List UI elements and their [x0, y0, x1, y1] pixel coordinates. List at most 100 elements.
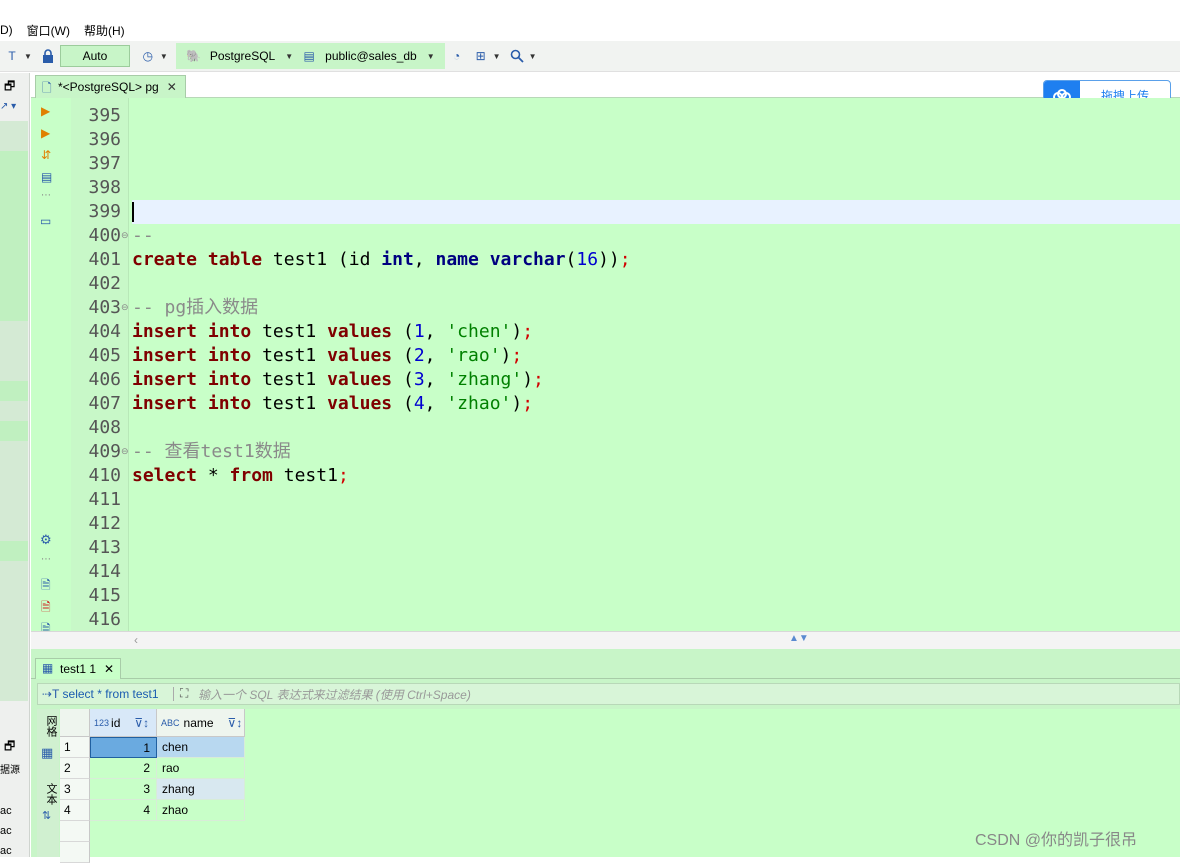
cell-id[interactable]: 4 — [90, 800, 157, 821]
filter-icon[interactable]: ↗ ▾ — [0, 101, 28, 121]
left-panel-label: ac — [0, 845, 12, 857]
cell-name[interactable]: rao — [157, 758, 245, 779]
chevron-down-icon[interactable]: ▼ — [24, 52, 32, 61]
close-icon[interactable]: ✕ — [167, 80, 177, 94]
filter-input[interactable]: 输入一个 SQL 表达式来过滤结果 (使用 Ctrl+Space) — [198, 686, 471, 703]
history-icon[interactable]: ◷ — [139, 47, 157, 65]
horizontal-scrollbar[interactable]: ‹ ▲▼ — [31, 631, 1180, 649]
execute-icon[interactable]: ▶ — [41, 104, 50, 118]
code-token: ; — [511, 345, 523, 366]
code-token: test1 — [272, 465, 338, 486]
row-number[interactable]: 1 — [60, 737, 90, 758]
gear-icon[interactable]: ⚙ — [40, 532, 52, 548]
code-token: ) — [511, 393, 523, 414]
code-token: ) — [511, 321, 523, 342]
code-line: insert into test1 values (3, 'zhang'); — [132, 368, 544, 392]
code-token: test1 — [251, 321, 328, 342]
search-icon[interactable] — [508, 47, 526, 65]
code-token: -- pg插入数据 — [132, 297, 259, 318]
chevron-down-icon[interactable]: ▼ — [529, 52, 537, 61]
lock-icon[interactable] — [39, 47, 57, 65]
code-token: ; — [522, 393, 534, 414]
filter-sort-icon[interactable]: ⊽↕ — [134, 716, 149, 730]
code-token: insert — [132, 369, 198, 390]
column-header-name[interactable]: ABC name ⊽↕ — [157, 709, 245, 737]
line-number: 401 — [88, 249, 121, 270]
line-number: 395 — [88, 105, 121, 126]
code-token: ; — [522, 321, 534, 342]
line-number: 413 — [88, 537, 121, 558]
code-token: into — [207, 345, 252, 366]
row-number[interactable]: 2 — [60, 758, 90, 779]
explain-plan-icon[interactable]: ▤ — [41, 170, 52, 184]
code-line: select * from test1; — [132, 464, 349, 488]
code-token: 3 — [413, 369, 425, 390]
editor-tab-pg[interactable]: 🗋 *<PostgreSQL> pg ✕ — [35, 75, 186, 98]
close-icon[interactable]: ✕ — [104, 662, 114, 676]
menu-item-window[interactable]: 窗口(W) — [27, 22, 70, 39]
code-token: create — [132, 249, 198, 270]
datasource-label: PostgreSQL — [209, 49, 276, 63]
cell-id[interactable]: 1 — [90, 737, 157, 758]
export-icon[interactable]: 🗎 — [41, 576, 51, 597]
editor-tab-strip: 🗋 *<PostgreSQL> pg ✕ — [31, 73, 1180, 98]
toolbar: T ▼ Auto ◷ ▼ 🐘 PostgreSQL ▼ ▤ public@sal… — [0, 41, 1180, 72]
cell-name[interactable]: zhang — [157, 779, 245, 800]
query-label[interactable]: ⇢T select * from test1 — [38, 687, 174, 701]
column-header-id[interactable]: 123 id ⊽↕ — [90, 709, 157, 737]
restore-icon[interactable]: 🗗 — [4, 77, 15, 98]
code-token: int — [381, 249, 414, 270]
cell-name[interactable]: zhao — [157, 800, 245, 821]
chevron-down-icon[interactable]: ▼ — [493, 52, 501, 61]
terminal-icon[interactable]: ▭ — [40, 214, 51, 228]
import-icon[interactable]: 🗎 — [41, 598, 51, 619]
execute-script-icon[interactable]: ⇵ — [41, 148, 51, 162]
chevron-down-icon[interactable]: ▼ — [160, 52, 168, 61]
line-number: 415 — [88, 585, 121, 606]
results-tab[interactable]: ▦ test1 1 ✕ — [35, 658, 122, 679]
line-number: 410 — [88, 465, 121, 486]
transaction-icon[interactable]: T — [3, 47, 21, 65]
sql-icon: ⇢T — [42, 687, 63, 701]
grid-icon[interactable]: ▦ — [41, 745, 53, 761]
datasource-selector[interactable]: 🐘 PostgreSQL ▼ ▤ public@sales_db ▼ — [175, 43, 445, 69]
results-tab-title: test1 1 — [60, 662, 97, 676]
tab-text[interactable]: 文本 — [37, 781, 59, 807]
sql-editor[interactable]: ▶ ▶ ⇵ ▤ ⋯ ▭ ⚙ ⋯ 🗎 🗎 🗎 395 396 397 398 399 400… — [31, 98, 1180, 636]
empty-row — [60, 842, 90, 863]
cell-id[interactable]: 3 — [90, 779, 157, 800]
code-token: insert — [132, 321, 198, 342]
code-token: )) — [598, 249, 620, 270]
scroll-left-icon[interactable]: ‹ — [134, 633, 138, 647]
code-token: ( — [565, 249, 577, 270]
menu-item-help[interactable]: 帮助(H) — [84, 22, 125, 39]
expand-icon[interactable]: ⛶ — [180, 686, 188, 701]
row-number-header — [60, 709, 90, 737]
fold-toggle-icon[interactable]: ⊖ — [121, 230, 129, 241]
code-token: insert — [132, 393, 198, 414]
dashboard-icon[interactable]: ◔ — [448, 47, 466, 65]
execute-new-tab-icon[interactable]: ▶ — [41, 126, 50, 140]
splitter-handle-icon[interactable]: ▲▼ — [789, 633, 809, 644]
fold-toggle-icon[interactable]: ⊖ — [121, 446, 129, 457]
cell-name[interactable]: chen — [157, 737, 245, 758]
code-token: into — [207, 393, 252, 414]
code-line: -- 查看test1数据 — [132, 440, 291, 464]
format-icon[interactable]: ⊞ — [472, 47, 490, 65]
row-number[interactable]: 3 — [60, 779, 90, 800]
results-tab-strip: ▦ test1 1 ✕ — [31, 655, 1180, 679]
menu-item-d[interactable]: D) — [0, 23, 13, 37]
restore-icon[interactable]: 🗗 — [4, 737, 15, 758]
code-line: -- — [132, 224, 154, 248]
filter-sort-icon[interactable]: ⊽↕ — [228, 716, 243, 730]
row-number[interactable]: 4 — [60, 800, 90, 821]
text-icon[interactable]: ⇅ — [42, 809, 51, 822]
commit-mode-button[interactable]: Auto — [59, 45, 130, 67]
view-mode-tabs: 网格 ▦ 文本 ⇅ — [37, 709, 59, 857]
fold-toggle-icon[interactable]: ⊖ — [121, 302, 129, 313]
tab-grid[interactable]: 网格 — [37, 713, 59, 739]
chevron-down-icon: ▼ — [426, 51, 435, 61]
cell-id[interactable]: 2 — [90, 758, 157, 779]
